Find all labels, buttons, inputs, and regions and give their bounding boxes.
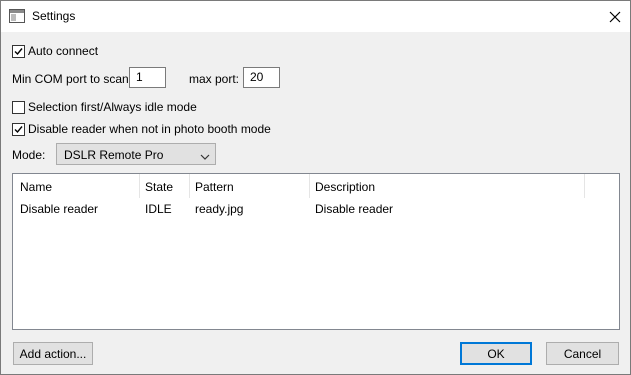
column-divider[interactable] xyxy=(309,174,310,198)
column-divider[interactable] xyxy=(584,174,585,198)
mode-label: Mode: xyxy=(12,148,46,162)
actions-list[interactable]: Name State Pattern Description Disable r… xyxy=(12,173,620,330)
auto-connect-check[interactable] xyxy=(12,44,25,58)
max-port-input[interactable]: 20 xyxy=(243,67,280,88)
selection-first-checkbox[interactable]: Selection first/Always idle mode xyxy=(12,100,197,114)
settings-dialog: Settings Auto connect Min COM port to sc… xyxy=(0,0,631,375)
mode-dropdown[interactable]: DSLR Remote Pro xyxy=(56,143,216,165)
window-icon xyxy=(9,9,25,23)
column-divider[interactable] xyxy=(139,174,140,198)
auto-connect-checkbox[interactable]: Auto connect xyxy=(12,44,98,58)
min-com-port-input[interactable]: 1 xyxy=(129,67,166,88)
cell-name: Disable reader xyxy=(20,202,99,216)
column-header-pattern[interactable]: Pattern xyxy=(195,180,234,194)
checkmark-icon xyxy=(14,47,23,55)
cell-description: Disable reader xyxy=(315,202,394,216)
mode-value: DSLR Remote Pro xyxy=(64,148,164,162)
add-action-button[interactable]: Add action... xyxy=(13,342,93,365)
column-divider[interactable] xyxy=(189,174,190,198)
column-header-state[interactable]: State xyxy=(145,180,173,194)
close-icon xyxy=(609,11,621,22)
column-header-description[interactable]: Description xyxy=(315,180,375,194)
title-bar[interactable]: Settings xyxy=(1,1,630,32)
disable-reader-checkbox[interactable]: Disable reader when not in photo booth m… xyxy=(12,122,271,136)
selection-first-label: Selection first/Always idle mode xyxy=(28,100,197,114)
column-header-name[interactable]: Name xyxy=(20,180,52,194)
auto-connect-label: Auto connect xyxy=(28,44,99,58)
chevron-down-icon xyxy=(200,150,210,164)
min-com-port-label: Min COM port to scan: xyxy=(12,72,133,86)
cell-pattern: ready.jpg xyxy=(195,202,244,216)
checkmark-icon xyxy=(14,125,23,133)
window-title: Settings xyxy=(32,9,76,23)
max-port-label: max port: xyxy=(189,72,240,86)
disable-reader-label: Disable reader when not in photo booth m… xyxy=(28,122,271,136)
close-button[interactable] xyxy=(600,1,630,32)
list-header: Name State Pattern Description xyxy=(13,174,619,198)
selection-first-check[interactable] xyxy=(12,100,25,114)
disable-reader-check[interactable] xyxy=(12,122,25,136)
cell-state: IDLE xyxy=(145,202,172,216)
ok-button[interactable]: OK xyxy=(460,342,532,365)
cancel-button[interactable]: Cancel xyxy=(546,342,619,365)
